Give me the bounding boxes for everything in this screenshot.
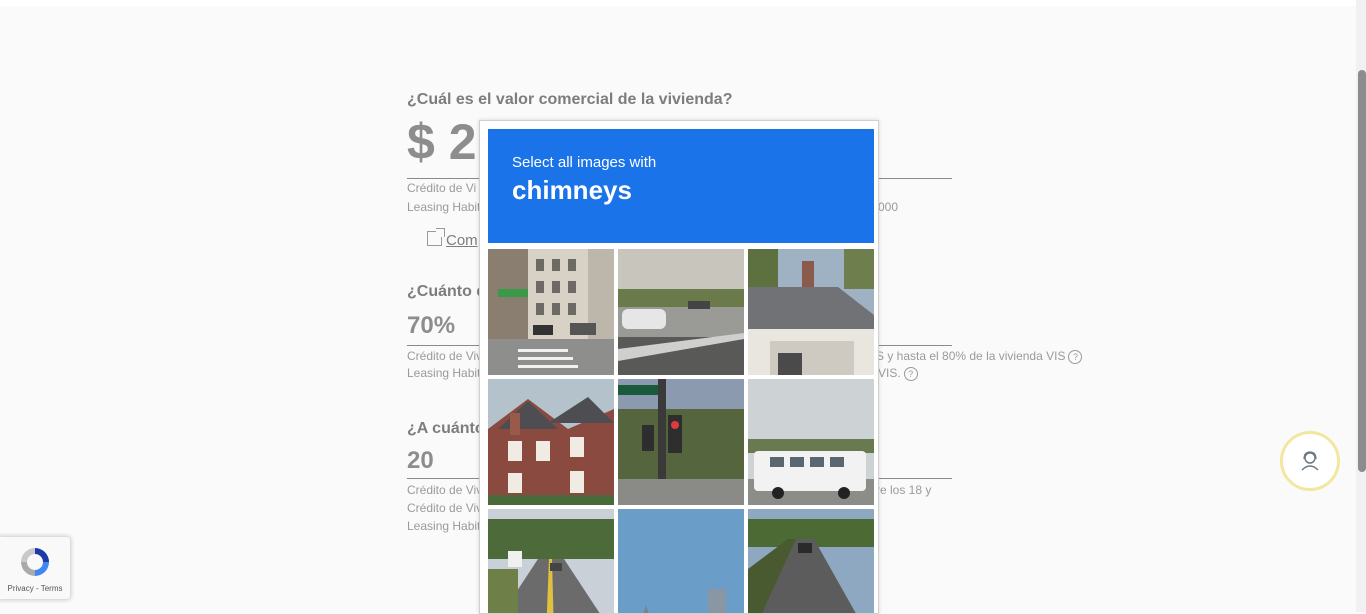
captcha-tile[interactable]	[618, 509, 744, 613]
captcha-target: chimneys	[512, 175, 632, 205]
captcha-tile[interactable]	[488, 249, 614, 375]
note-credit-2: Crédito de Viv	[407, 501, 483, 515]
support-agent-icon	[1301, 451, 1319, 471]
recaptcha-badge[interactable]: Privacy - Terms	[0, 537, 70, 599]
note-leasing-tail-text: VIS.	[878, 366, 901, 380]
note-credit-tail: S y hasta el 80% de la vivienda VIS?	[876, 349, 1083, 364]
compare-link-label: Com	[446, 232, 478, 249]
term-input[interactable]: 20	[407, 447, 434, 475]
note-leasing: Leasing Habit	[407, 366, 481, 380]
captcha-instruction: Select all images with	[512, 154, 657, 171]
captcha-tile[interactable]	[618, 249, 744, 375]
note-leasing: Leasing Habit	[407, 519, 481, 533]
question-financing-percent: ¿Cuánto d	[407, 283, 487, 300]
note-credit-tail: re los 18 y	[876, 483, 932, 497]
recaptcha-logo-icon	[21, 548, 49, 576]
captcha-tile[interactable]	[488, 509, 614, 613]
captcha-tile[interactable]	[748, 249, 874, 375]
captcha-tile[interactable]	[488, 379, 614, 505]
note-leasing: Leasing Habit	[407, 200, 481, 214]
note-credit: Crédito de Viv	[407, 349, 483, 363]
captcha-tile[interactable]	[748, 379, 874, 505]
help-icon[interactable]: ?	[1068, 349, 1083, 364]
note-leasing-tail: 000	[878, 200, 899, 214]
financing-percent-select[interactable]: 70%	[407, 312, 455, 340]
note-credit: Crédito de Viv	[407, 483, 483, 497]
question-term: ¿A cuánto	[407, 420, 485, 437]
captcha-tile[interactable]	[618, 379, 744, 505]
note-leasing-tail: VIS.?	[878, 366, 918, 381]
property-value-input[interactable]: $ 2	[407, 113, 477, 171]
external-link-icon	[427, 228, 445, 246]
captcha-header: Select all images with chimneys	[488, 129, 874, 243]
compare-link[interactable]: Com	[427, 228, 478, 249]
note-credit-tail-text: S y hasta el 80% de la vivienda VIS	[876, 349, 1066, 363]
help-icon[interactable]: ?	[903, 366, 918, 381]
top-bar	[0, 0, 1366, 6]
scrollbar-thumb[interactable]	[1358, 70, 1366, 472]
note-credit: Crédito de Vi	[407, 181, 477, 195]
captcha-tile[interactable]	[748, 509, 874, 613]
support-chat-button[interactable]	[1280, 431, 1340, 491]
question-property-value: ¿Cuál es el valor comercial de la vivien…	[407, 91, 733, 108]
recaptcha-links[interactable]: Privacy - Terms	[0, 584, 70, 593]
captcha-challenge: Select all images with chimneys	[479, 120, 879, 614]
